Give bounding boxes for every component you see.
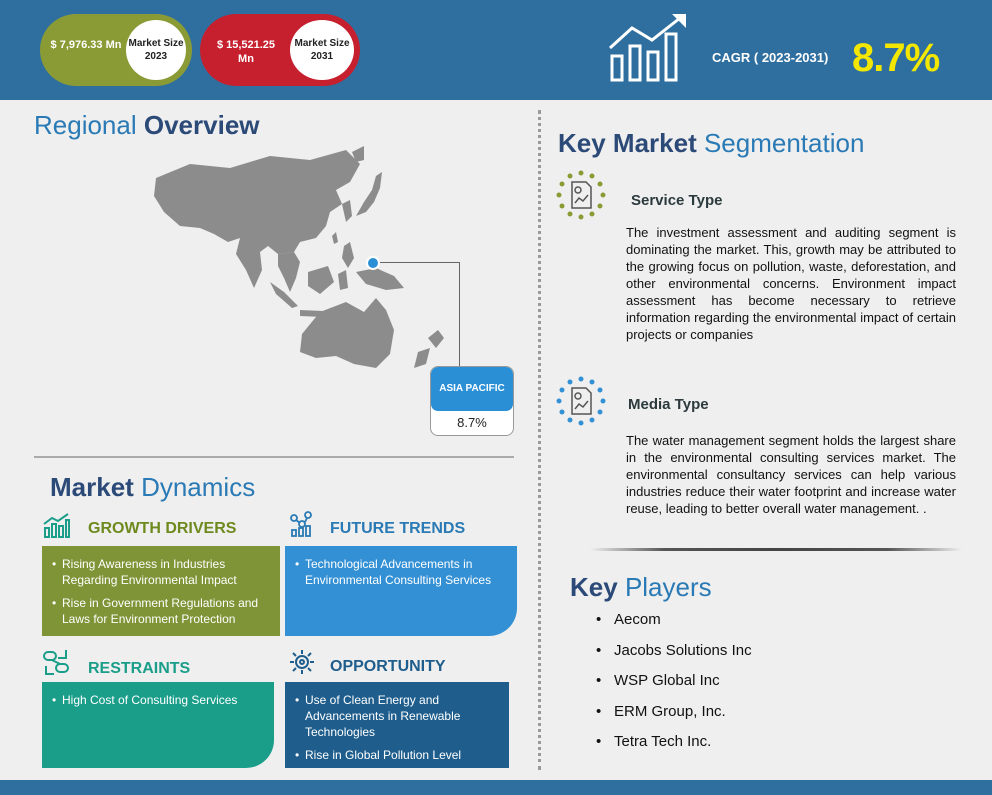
list-item: High Cost of Consulting Services xyxy=(52,692,264,708)
section-separator xyxy=(34,456,514,458)
cagr-value: 8.7% xyxy=(852,36,940,80)
growth-chart-icon xyxy=(608,14,686,82)
dynamics-title-light: Dynamics xyxy=(141,472,256,502)
market-dynamics-title: Market Dynamics xyxy=(50,472,255,503)
regional-title-light: Regional xyxy=(34,110,137,140)
section-separator xyxy=(590,548,962,551)
document-chart-icon xyxy=(556,170,606,220)
segmentation-title: Key Market Segmentation xyxy=(558,128,864,159)
list-item: Rising Awareness in Industries Regarding… xyxy=(52,556,270,588)
market-size-2023-pill: $ 7,976.33 Mn Market Size 2023 xyxy=(40,14,192,86)
player-item: Aecom xyxy=(596,610,752,641)
list-item: Rise in Global Pollution Level xyxy=(295,747,499,763)
market-size-2023-value: $ 7,976.33 Mn xyxy=(50,39,122,51)
market-size-2031-label: Market Size 2031 xyxy=(290,20,354,80)
restraints-card: High Cost of Consulting Services xyxy=(42,682,274,768)
trend-nodes-icon xyxy=(290,511,312,537)
service-type-text: The investment assessment and auditing s… xyxy=(626,225,956,342)
regional-title-bold: Overview xyxy=(143,110,260,140)
asia-pacific-map xyxy=(154,146,444,368)
key-players-title: Key Players xyxy=(570,572,712,603)
growth-drivers-heading: GROWTH DRIVERS xyxy=(88,520,237,537)
media-type-text: The water management segment holds the l… xyxy=(626,433,956,516)
player-item: ERM Group, Inc. xyxy=(596,702,752,733)
cagr-label: CAGR ( 2023-2031) xyxy=(712,50,829,65)
key-players-list: Aecom Jacobs Solutions Inc WSP Global In… xyxy=(596,610,752,763)
document-chart-icon xyxy=(556,376,606,426)
segmentation-title-light: Segmentation xyxy=(703,128,865,158)
dynamics-title-bold: Market xyxy=(50,472,134,502)
region-leader-line xyxy=(372,262,460,382)
player-item: Jacobs Solutions Inc xyxy=(596,641,752,672)
chain-restraint-icon xyxy=(43,650,69,675)
header-banner: $ 7,976.33 Mn Market Size 2023 $ 15,521.… xyxy=(0,0,992,100)
gear-opportunity-icon xyxy=(290,650,314,674)
bar-chart-icon xyxy=(43,513,70,538)
opportunity-heading: OPPORTUNITY xyxy=(330,658,446,675)
growth-drivers-card: Rising Awareness in Industries Regarding… xyxy=(42,546,280,636)
service-type-heading: Service Type xyxy=(631,192,723,209)
future-trends-card: Technological Advancements in Environmen… xyxy=(285,546,517,636)
list-item: Rise in Government Regulations and Laws … xyxy=(52,595,270,627)
footer-bar xyxy=(0,780,992,795)
players-title-light: Players xyxy=(624,572,712,602)
player-item: Tetra Tech Inc. xyxy=(596,732,752,763)
opportunity-card: Use of Clean Energy and Advancements in … xyxy=(285,682,509,768)
market-size-2031-value: $ 15,521.25 Mn xyxy=(216,39,276,65)
restraints-heading: RESTRAINTS xyxy=(88,660,191,677)
market-size-2031-pill: $ 15,521.25 Mn Market Size 2031 xyxy=(200,14,360,86)
list-item: Technological Advancements in Environmen… xyxy=(295,556,507,588)
map-pin-icon[interactable] xyxy=(366,256,380,270)
region-cagr-value: 8.7% xyxy=(457,415,487,430)
media-type-heading: Media Type xyxy=(628,396,709,413)
market-size-2023-label: Market Size 2023 xyxy=(126,20,186,80)
player-item: WSP Global Inc xyxy=(596,671,752,702)
segmentation-title-bold: Key Market xyxy=(558,128,697,158)
future-trends-heading: FUTURE TRENDS xyxy=(330,520,466,537)
players-title-bold: Key xyxy=(570,572,618,602)
region-callout[interactable]: ASIA PACIFIC 8.7% xyxy=(430,366,514,436)
list-item: Use of Clean Energy and Advancements in … xyxy=(295,692,499,740)
regional-overview-title: Regional Overview xyxy=(34,110,260,141)
region-name: ASIA PACIFIC xyxy=(431,367,513,411)
